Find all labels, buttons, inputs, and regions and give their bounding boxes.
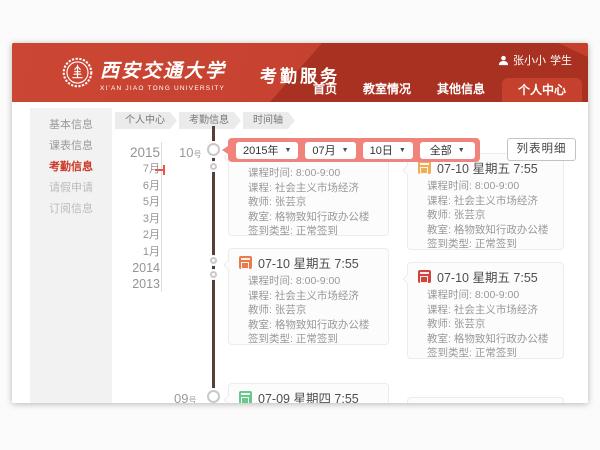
card-field: 教室: 格物致知行政办公楼 (427, 223, 553, 238)
breadcrumb-personal-center[interactable]: 个人中心 (115, 112, 177, 129)
card-date: 07-09 星期四 7:55 (258, 388, 359, 404)
chevron-down-icon: ▼ (399, 147, 406, 154)
attendance-card[interactable]: 07-09 星期四 7:55 (228, 383, 389, 403)
chevron-down-icon: ▼ (342, 147, 349, 154)
date-filter-bar: 2015年 ▼ 07月 ▼ 10日 ▼ 全部 ▼ (228, 138, 480, 162)
attendance-card[interactable]: 07-10 星期五 7:55 课程时间: 8:00-9:00 课程: 社会主义市… (228, 248, 389, 345)
sidebar-item-leave-request[interactable]: 请假申请 (30, 178, 112, 199)
month-entry-jul[interactable]: 7月 (116, 161, 160, 178)
university-name: 西安交通大学 XI'AN JIAO TONG UNIVERSITY (100, 56, 226, 92)
sidebar-item-subscription[interactable]: 订阅信息 (30, 199, 112, 220)
year-dropdown[interactable]: 2015年 ▼ (236, 142, 298, 159)
sidebar: 基本信息 课表信息 考勤信息 请假申请 订阅信息 (30, 115, 112, 220)
card-field: 签到类型: 正常签到 (427, 346, 553, 361)
month-entry-feb[interactable]: 2月 (116, 227, 160, 244)
card-field: 课程: 社会主义市场经济 (248, 289, 378, 304)
timeline-node-day09 (207, 390, 220, 403)
month-dropdown[interactable]: 07月 ▼ (305, 142, 355, 159)
card-date: 07-10 星期五 7:55 (437, 267, 538, 286)
card-field: 教师: 张芸京 (248, 303, 378, 318)
card-date: 07-10 星期五 7:55 (258, 253, 359, 272)
university-name-en: XI'AN JIAO TONG UNIVERSITY (100, 85, 226, 92)
signin-status-icon (239, 391, 252, 404)
chevron-down-icon: ▼ (284, 147, 291, 154)
user-role: 学生 (550, 52, 572, 68)
card-field: 课程时间: 8:00-9:00 (248, 274, 378, 289)
card-field: 签到类型: 正常签到 (427, 237, 553, 252)
type-dropdown[interactable]: 全部 ▼ (420, 142, 475, 159)
card-field: 签到类型: 正常签到 (248, 224, 378, 239)
month-entry-jun[interactable]: 6月 (116, 178, 160, 195)
card-field: 课程时间: 8:00-9:00 (427, 179, 553, 194)
card-field: 教室: 格物致知行政办公楼 (248, 210, 378, 225)
signin-status-icon (239, 256, 252, 269)
year-entry-2015[interactable]: 2015 (116, 144, 160, 161)
card-field: 教师: 张芸京 (248, 195, 378, 210)
sidebar-item-attendance[interactable]: 考勤信息 (30, 157, 112, 178)
card-field: 签到类型: 正常签到 (248, 332, 378, 347)
year-entry-2014[interactable]: 2014 (116, 260, 160, 276)
timeline-node-small-1 (210, 163, 217, 170)
list-detail-button[interactable]: 列表明细 (507, 138, 576, 161)
breadcrumb-timeline[interactable]: 时间轴 (243, 112, 295, 129)
card-field: 课程: 社会主义市场经济 (427, 194, 553, 209)
nav-item-home[interactable]: 首页 (300, 77, 350, 102)
sidebar-item-timetable[interactable]: 课表信息 (30, 136, 112, 157)
month-entry-may[interactable]: 5月 (116, 194, 160, 211)
main-nav: 首页 教室情况 其他信息 个人中心 (300, 77, 582, 102)
filter-bar-arrow (222, 146, 228, 154)
nav-item-personal-center[interactable]: 个人中心 (502, 78, 582, 102)
attendance-card-clipped[interactable] (407, 397, 564, 403)
timeline-node-day10 (207, 143, 220, 156)
user-name: 张小小 (513, 52, 546, 68)
day-label-10: 10号 (179, 144, 201, 162)
person-icon (498, 55, 509, 66)
year-entry-2013[interactable]: 2013 (116, 276, 160, 292)
card-field: 教室: 格物致知行政办公楼 (248, 318, 378, 333)
card-field: 教室: 格物致知行政办公楼 (427, 332, 553, 347)
card-field: 课程时间: 8:00-9:00 (427, 288, 553, 303)
signin-status-icon (418, 270, 431, 283)
year-nav-divider (161, 142, 162, 292)
timeline-node-small-3 (210, 271, 217, 278)
breadcrumb: 个人中心 考勤信息 时间轴 (115, 112, 297, 129)
chevron-down-icon: ▼ (458, 147, 465, 154)
content-area: 基本信息 课表信息 考勤信息 请假申请 订阅信息 个人中心 考勤信息 时间轴 2… (12, 102, 588, 403)
user-info[interactable]: 张小小 学生 (498, 52, 572, 68)
card-field: 课程: 社会主义市场经济 (248, 181, 378, 196)
nav-item-classrooms[interactable]: 教室情况 (350, 77, 424, 102)
sidebar-item-basic-info[interactable]: 基本信息 (30, 115, 112, 136)
card-field: 课程: 社会主义市场经济 (427, 303, 553, 318)
signin-status-icon (418, 161, 431, 174)
app-header: 西安交通大学 XI'AN JIAO TONG UNIVERSITY 考勤服务 张… (12, 43, 588, 102)
card-field: 教师: 张芸京 (427, 317, 553, 332)
day-dropdown[interactable]: 10日 ▼ (363, 142, 413, 159)
selected-month-marker-tick (163, 165, 165, 175)
card-field: 教师: 张芸京 (427, 208, 553, 223)
university-name-cn: 西安交通大学 (100, 56, 226, 83)
attendance-card[interactable]: 07-10 星期五 7:55 课程时间: 8:00-9:00 课程: 社会主义市… (407, 262, 564, 359)
card-field: 课程时间: 8:00-9:00 (248, 166, 378, 181)
breadcrumb-attendance[interactable]: 考勤信息 (179, 112, 241, 129)
app-window: 西安交通大学 XI'AN JIAO TONG UNIVERSITY 考勤服务 张… (12, 43, 588, 403)
month-entry-jan[interactable]: 1月 (116, 244, 160, 261)
nav-item-other-info[interactable]: 其他信息 (424, 77, 498, 102)
university-logo-icon (62, 57, 93, 88)
timeline-year-nav: 2015 7月 6月 5月 3月 2月 1月 2014 2013 (116, 144, 160, 292)
attendance-card[interactable]: 07-10 星期五 7:55 课程时间: 8:00-9:00 课程: 社会主义市… (407, 153, 564, 250)
day-label-09: 09号 (174, 390, 196, 403)
timeline-node-small-2 (210, 257, 217, 264)
month-entry-mar[interactable]: 3月 (116, 211, 160, 228)
